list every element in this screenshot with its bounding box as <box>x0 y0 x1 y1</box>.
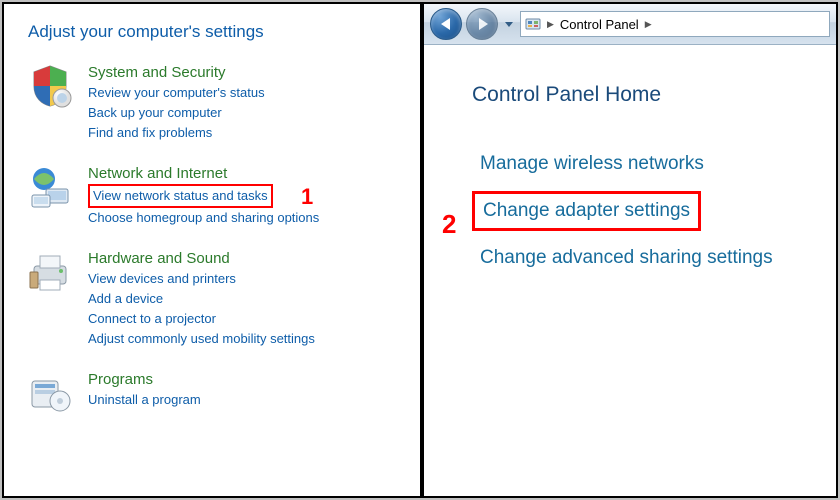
address-bar[interactable]: ▶ Control Panel ▶ <box>520 11 830 37</box>
breadcrumb-segment[interactable]: Control Panel <box>560 17 639 32</box>
link-projector[interactable]: Connect to a projector <box>88 309 216 329</box>
network-center-sidebar: ▶ Control Panel ▶ Control Panel Home Man… <box>422 4 836 496</box>
back-button[interactable] <box>430 8 462 40</box>
annotation-2: 2 <box>442 209 456 240</box>
category-heading[interactable]: System and Security <box>88 64 420 81</box>
control-panel-icon <box>525 16 541 32</box>
category-heading[interactable]: Network and Internet <box>88 165 420 182</box>
shield-icon <box>28 64 72 108</box>
explorer-navbar: ▶ Control Panel ▶ <box>424 4 836 45</box>
link-homegroup[interactable]: Choose homegroup and sharing options <box>88 208 319 228</box>
printer-icon <box>28 250 72 294</box>
breadcrumb-separator-icon: ▶ <box>645 19 652 30</box>
link-change-adapter-settings[interactable]: Change adapter settings <box>472 191 701 231</box>
link-uninstall-program[interactable]: Uninstall a program <box>88 390 201 410</box>
category-network-internet: Network and Internet View network status… <box>28 165 420 228</box>
page-title: Adjust your computer's settings <box>28 22 420 42</box>
breadcrumb-separator-icon: ▶ <box>547 19 554 30</box>
sidebar-heading: Control Panel Home <box>472 83 814 107</box>
link-add-device[interactable]: Add a device <box>88 289 163 309</box>
programs-icon <box>28 371 72 415</box>
forward-button[interactable] <box>466 8 498 40</box>
link-manage-wireless[interactable]: Manage wireless networks <box>472 147 712 181</box>
link-backup[interactable]: Back up your computer <box>88 103 222 123</box>
link-mobility-settings[interactable]: Adjust commonly used mobility settings <box>88 329 315 349</box>
globe-network-icon <box>28 165 72 209</box>
link-review-status[interactable]: Review your computer's status <box>88 83 265 103</box>
link-change-advanced-sharing[interactable]: Change advanced sharing settings <box>472 241 781 275</box>
link-view-network-status[interactable]: View network status and tasks <box>88 184 273 208</box>
history-dropdown[interactable] <box>502 14 516 34</box>
category-heading[interactable]: Hardware and Sound <box>88 250 420 267</box>
control-panel-main: Adjust your computer's settings <box>4 4 422 496</box>
category-programs: Programs Uninstall a program <box>28 371 420 415</box>
link-devices-printers[interactable]: View devices and printers <box>88 269 236 289</box>
annotation-1: 1 <box>301 184 313 210</box>
category-hardware-sound: Hardware and Sound View devices and prin… <box>28 250 420 349</box>
category-system-security: System and Security Review your computer… <box>28 64 420 143</box>
category-heading[interactable]: Programs <box>88 371 420 388</box>
link-fix-problems[interactable]: Find and fix problems <box>88 123 212 143</box>
